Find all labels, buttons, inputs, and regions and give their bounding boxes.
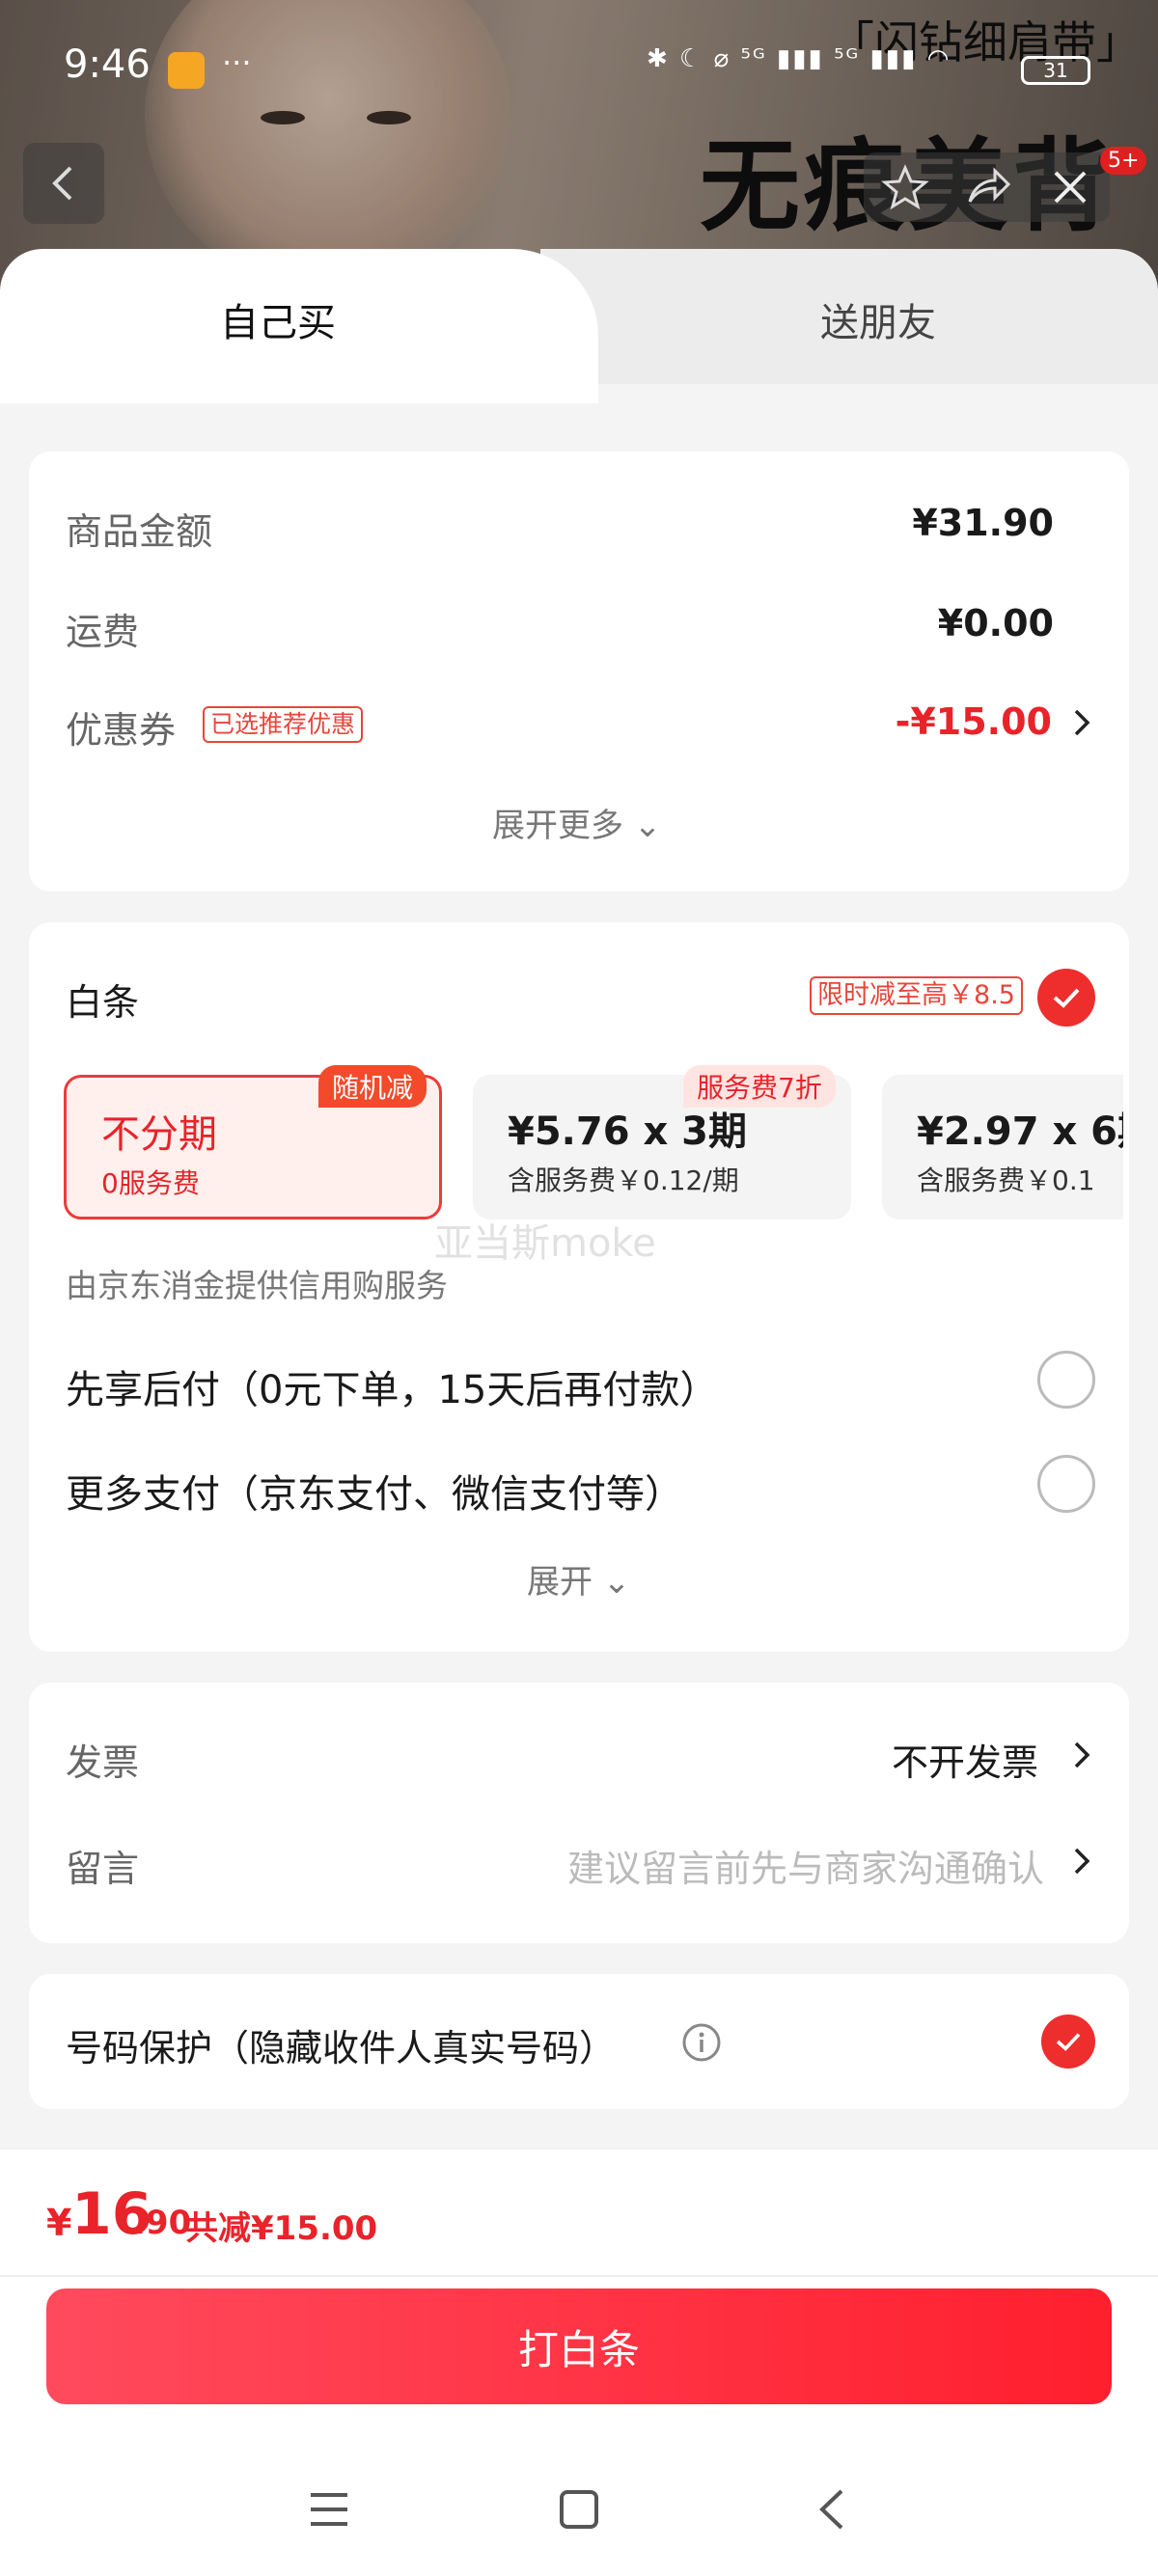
close-icon[interactable] — [1048, 165, 1092, 209]
note-input[interactable]: 建议留言前先与商家沟通确认 — [567, 1839, 1044, 1892]
total-decimal: .90 — [133, 2204, 192, 2242]
check-icon — [1056, 2033, 1081, 2051]
goods-amount-value: ¥31.90 — [912, 502, 1054, 544]
installment-option-title: 不分期 — [101, 1112, 217, 1157]
chevron-left-icon — [52, 166, 72, 201]
installment-option-sub: 含服务费￥0.12/期 — [508, 1165, 739, 1196]
home-icon[interactable] — [557, 2487, 601, 2532]
total-saved: 共减¥15.00 — [185, 2209, 378, 2248]
installment-option-sub: 含服务费￥0.1 — [917, 1165, 1095, 1196]
info-icon[interactable] — [681, 2022, 722, 2063]
credit-provider-note: 由京东消金提供信用购服务 — [66, 1267, 448, 1304]
tab-gift[interactable]: 送朋友 — [540, 249, 1158, 384]
invoice-label: 发票 — [66, 1741, 140, 1784]
installment-option-sub: 0服务费 — [101, 1167, 200, 1199]
installment-option-title: ¥2.97 x 6期 — [917, 1110, 1123, 1154]
battery-icon: 31 — [1021, 56, 1090, 85]
status-icons: ✱ ☾ ⌀ ⁵ᴳ ▮▮▮ ⁵ᴳ ▮▮▮ ◠ — [647, 44, 951, 73]
pay-later-label: 先享后付（0元下单，15天后再付款） — [66, 1368, 719, 1412]
number-protection-label: 号码保护（隐藏收件人真实号码） — [66, 2027, 617, 2069]
shipping-value: ¥0.00 — [937, 602, 1054, 644]
notification-badge: 5+ — [1100, 147, 1147, 175]
chevron-right-icon — [1074, 1741, 1090, 1768]
installment-option-6[interactable]: ¥2.97 x 6期 含服务费￥0.1 — [882, 1075, 1123, 1219]
system-nav-bar — [0, 2458, 1158, 2576]
checkout-bottom-bar: ¥ 16 .90 共减¥15.00 打白条 — [0, 2150, 1158, 2576]
shipping-label: 运费 — [66, 611, 140, 653]
installment-option-title: ¥5.76 x 3期 — [508, 1110, 748, 1154]
purchase-tabs: 送朋友 自己买 — [0, 249, 1158, 403]
chevron-right-icon — [1074, 709, 1090, 736]
installment-options: 不分期 0服务费 随机减 ¥5.76 x 3期 含服务费￥0.12/期 服务费7… — [64, 1065, 1123, 1229]
back-button[interactable] — [23, 143, 104, 224]
notification-app-icon — [168, 52, 205, 89]
more-payment-radio[interactable] — [1037, 1455, 1095, 1513]
number-protection-card: 号码保护（隐藏收件人真实号码） — [29, 1974, 1129, 2109]
coupon-label: 优惠券 — [66, 709, 177, 752]
back-icon[interactable] — [813, 2487, 851, 2532]
check-icon — [1053, 988, 1080, 1008]
share-icon[interactable] — [964, 163, 1012, 211]
coupon-recommended-tag: 已选推荐优惠 — [203, 706, 364, 743]
status-bar: 9:46 ··· ✱ ☾ ⌀ ⁵ᴳ ▮▮▮ ⁵ᴳ ▮▮▮ ◠ 31 — [0, 0, 1158, 135]
random-discount-badge: 随机减 — [318, 1065, 427, 1108]
number-protection-check[interactable] — [1041, 2014, 1095, 2069]
baitiao-selected-check[interactable] — [1037, 969, 1095, 1027]
invoice-value: 不开发票 — [891, 1741, 1038, 1784]
watermark: 亚当斯moke — [434, 1221, 656, 1266]
pay-baitiao-button[interactable]: 打白条 — [46, 2288, 1112, 2404]
status-time: 9:46 — [64, 42, 151, 87]
total-currency: ¥ — [46, 2202, 72, 2244]
status-more: ··· — [222, 44, 252, 81]
star-icon[interactable] — [881, 163, 929, 211]
tab-self[interactable]: 自己买 — [0, 249, 598, 403]
tab-gift-label: 送朋友 — [820, 301, 936, 345]
expand-more-button[interactable]: 展开更多 ⌄ — [492, 799, 661, 846]
divider — [0, 2275, 1158, 2277]
pay-later-radio[interactable] — [1037, 1351, 1095, 1409]
service-fee-discount-badge: 服务费7折 — [683, 1065, 836, 1108]
tab-self-label: 自己买 — [220, 301, 336, 345]
more-payment-label: 更多支付（京东支付、微信支付等） — [66, 1472, 683, 1517]
price-summary-card: 商品金额 ¥31.90 运费 ¥0.00 优惠券 已选推荐优惠 -¥15.00 … — [29, 452, 1129, 891]
baitiao-promo-tag: 限时减至高￥8.5 — [810, 976, 1023, 1015]
goods-amount-label: 商品金额 — [66, 510, 213, 553]
menu-icon[interactable] — [307, 2487, 351, 2532]
coupon-value: -¥15.00 — [895, 700, 1052, 743]
expand-payment-button[interactable]: 展开 ⌄ — [527, 1555, 630, 1603]
baitiao-label: 白条 — [66, 981, 140, 1024]
payment-method-card: 白条 限时减至高￥8.5 不分期 0服务费 随机减 ¥5.76 x 3期 含服务… — [29, 922, 1129, 1652]
chevron-right-icon — [1074, 1848, 1090, 1875]
invoice-note-card: 发票 不开发票 留言 建议留言前先与商家沟通确认 — [29, 1683, 1129, 1943]
note-label: 留言 — [66, 1848, 140, 1890]
top-action-group — [864, 152, 1110, 222]
